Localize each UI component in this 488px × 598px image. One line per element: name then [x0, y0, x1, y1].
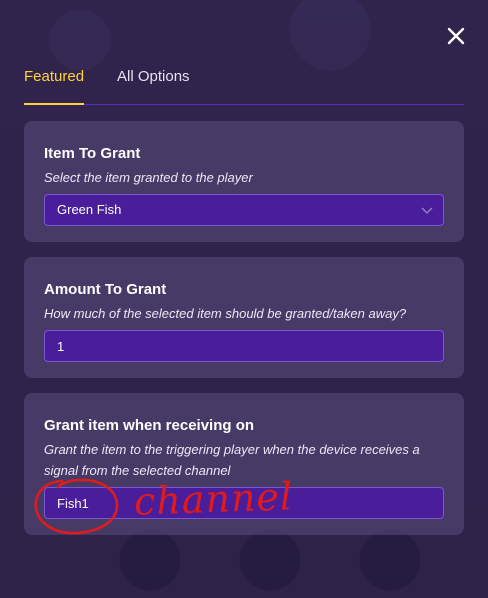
setting-card-amount-to-grant: Amount To Grant How much of the selected… [24, 257, 464, 378]
amount-input[interactable] [44, 330, 444, 362]
setting-description: How much of the selected item should be … [44, 306, 407, 321]
tab-all-options[interactable]: All Options [117, 68, 190, 86]
chevron-down-icon [421, 207, 433, 214]
close-icon [447, 27, 465, 45]
setting-description: Grant the item to the triggering player … [44, 442, 420, 478]
setting-title: Item To Grant [44, 145, 141, 162]
setting-card-item-to-grant: Item To Grant Select the item granted to… [24, 121, 464, 242]
tab-bar: Featured All Options [24, 64, 464, 105]
annotation-label: channel [133, 474, 294, 524]
item-select-value: Green Fish [57, 202, 122, 217]
item-select-dropdown[interactable]: Green Fish [44, 194, 444, 226]
setting-title: Amount To Grant [44, 281, 167, 298]
setting-title: Grant item when receiving on [44, 417, 255, 434]
tab-featured[interactable]: Featured [24, 68, 85, 105]
setting-description: Select the item granted to the player [44, 170, 253, 185]
close-button[interactable] [444, 24, 468, 48]
